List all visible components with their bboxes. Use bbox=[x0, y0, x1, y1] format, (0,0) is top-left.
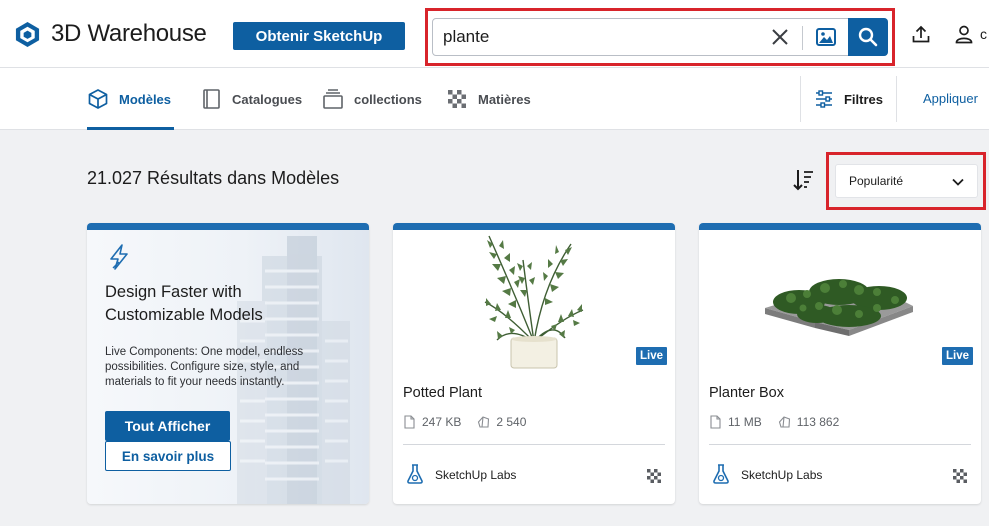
user-icon[interactable] bbox=[954, 24, 974, 44]
polygon-icon bbox=[778, 416, 790, 428]
upload-icon[interactable] bbox=[911, 24, 931, 44]
clear-icon[interactable] bbox=[770, 27, 790, 47]
polygon-icon bbox=[478, 416, 490, 428]
card-accent-bar bbox=[87, 223, 369, 230]
tab-models-label: Modèles bbox=[119, 91, 172, 107]
learn-more-button[interactable]: En savoir plus bbox=[105, 441, 231, 471]
top-header: 3D Warehouse Obtenir SketchUp plante c bbox=[0, 0, 989, 68]
tab-bar: Modèles Catalogues collections Matières bbox=[0, 68, 989, 130]
checker-icon bbox=[448, 90, 466, 108]
author-name[interactable]: SketchUp Labs bbox=[435, 468, 516, 482]
card-divider bbox=[709, 444, 971, 445]
sort-selected-label: Popularité bbox=[849, 174, 904, 188]
model-card[interactable]: Live Potted Plant 247 KB 2 540 SketchUp … bbox=[393, 223, 675, 504]
cube-icon bbox=[88, 89, 108, 109]
model-thumbnail[interactable] bbox=[699, 230, 981, 372]
apply-link[interactable]: Appliquer bbox=[923, 91, 978, 106]
file-icon bbox=[404, 415, 415, 429]
polygon-count: 113 862 bbox=[796, 415, 840, 429]
tab-catalogs[interactable]: Catalogues bbox=[200, 68, 302, 130]
filters-button[interactable]: Filtres bbox=[800, 76, 897, 122]
collection-icon bbox=[323, 89, 343, 109]
card-divider bbox=[403, 444, 665, 445]
tab-collections[interactable]: collections bbox=[322, 68, 422, 130]
promo-card: Design Faster with Customizable Models L… bbox=[87, 223, 369, 504]
card-accent-bar bbox=[393, 223, 675, 230]
search-separator bbox=[802, 26, 803, 50]
file-size: 247 KB bbox=[422, 415, 462, 429]
model-card[interactable]: Live Planter Box 11 MB 113 862 SketchUp … bbox=[699, 223, 981, 504]
promo-description: Live Components: One model, endless poss… bbox=[105, 346, 304, 388]
model-name[interactable]: Planter Box bbox=[709, 385, 784, 401]
sliders-icon bbox=[815, 90, 832, 108]
file-size: 11 MB bbox=[728, 415, 762, 429]
sort-highlight-box: Popularité bbox=[826, 152, 986, 210]
search-bar bbox=[432, 18, 888, 56]
tab-materials[interactable]: Matières bbox=[446, 68, 531, 130]
live-badge: Live bbox=[635, 347, 667, 365]
sort-order-icon[interactable] bbox=[790, 167, 816, 193]
promo-title: Design Faster with Customizable Models bbox=[105, 283, 263, 324]
polygon-count: 2 540 bbox=[496, 415, 527, 429]
card-accent-bar bbox=[699, 223, 981, 230]
model-thumbnail[interactable] bbox=[393, 230, 675, 372]
tab-collections-label: collections bbox=[354, 91, 422, 107]
search-input[interactable] bbox=[443, 25, 743, 49]
results-count: 21.027 Résultats dans Modèles bbox=[87, 168, 340, 188]
sort-dropdown[interactable]: Popularité bbox=[835, 164, 978, 198]
author-name[interactable]: SketchUp Labs bbox=[741, 468, 822, 482]
get-sketchup-button[interactable]: Obtenir SketchUp bbox=[233, 22, 405, 50]
tab-materials-label: Matières bbox=[478, 91, 531, 107]
book-icon bbox=[203, 89, 220, 109]
model-name[interactable]: Potted Plant bbox=[403, 385, 482, 401]
user-name[interactable]: c bbox=[980, 26, 987, 42]
search-button[interactable] bbox=[848, 18, 888, 56]
filters-label: Filtres bbox=[843, 91, 883, 107]
tab-catalogs-label: Catalogues bbox=[232, 91, 303, 107]
checker-icon bbox=[953, 469, 967, 483]
logo-text: 3D Warehouse bbox=[51, 20, 207, 47]
model-meta: 11 MB 113 862 bbox=[709, 415, 839, 429]
file-icon bbox=[710, 415, 721, 429]
search-highlight-box bbox=[425, 8, 895, 66]
tab-models[interactable]: Modèles bbox=[87, 68, 174, 130]
live-badge: Live bbox=[941, 347, 973, 365]
labs-flask-icon bbox=[713, 464, 729, 484]
search-icon bbox=[858, 27, 878, 47]
logo[interactable]: 3D Warehouse bbox=[14, 20, 207, 48]
image-search-icon[interactable] bbox=[815, 26, 837, 48]
labs-flask-icon bbox=[407, 464, 423, 484]
model-meta: 247 KB 2 540 bbox=[403, 415, 526, 429]
warehouse-logo-icon bbox=[15, 21, 40, 47]
view-all-button[interactable]: Tout Afficher bbox=[105, 411, 230, 441]
checker-icon bbox=[647, 469, 661, 483]
lightning-bolt-icon bbox=[110, 244, 128, 270]
chevron-down-icon bbox=[952, 178, 964, 186]
